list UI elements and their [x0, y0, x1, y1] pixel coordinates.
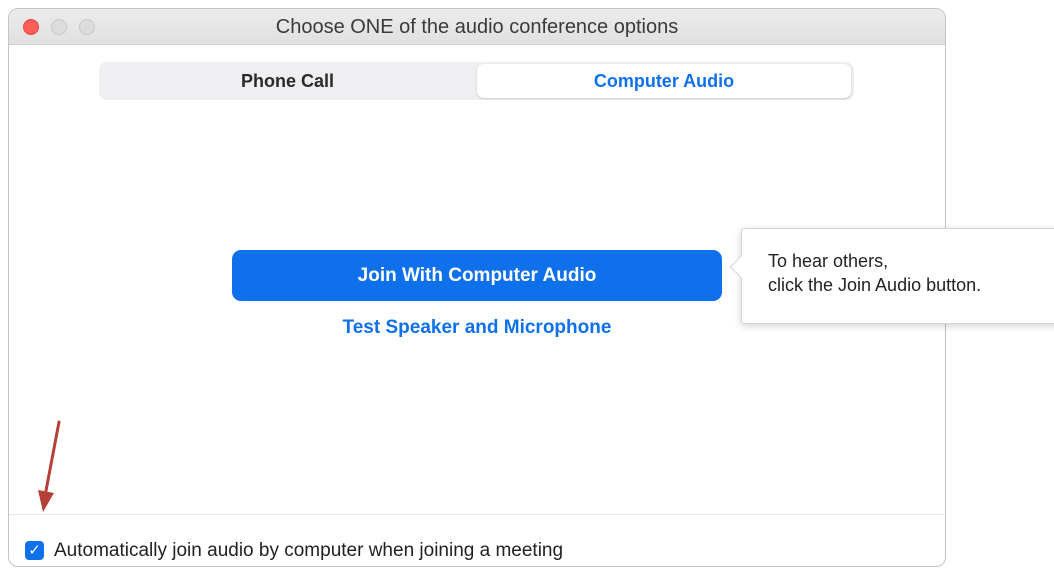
- auto-join-checkbox[interactable]: ✓: [25, 541, 44, 560]
- test-speaker-microphone-link[interactable]: Test Speaker and Microphone: [232, 317, 722, 339]
- window-title: Choose ONE of the audio conference optio…: [275, 16, 679, 38]
- auto-join-label[interactable]: Automatically join audio by computer whe…: [54, 540, 563, 562]
- title-bar: Choose ONE of the audio conference optio…: [9, 9, 945, 45]
- tab-phone-call[interactable]: Phone Call: [99, 62, 476, 100]
- join-audio-tooltip: To hear others, click the Join Audio but…: [729, 228, 1054, 324]
- footer-bar: ✓ Automatically join audio by computer w…: [9, 514, 945, 566]
- tooltip-line-2: click the Join Audio button.: [768, 275, 982, 295]
- join-computer-audio-button[interactable]: Join With Computer Audio: [232, 250, 722, 301]
- red-arrow-icon: [38, 420, 61, 512]
- tooltip-text: To hear others, click the Join Audio but…: [768, 249, 981, 297]
- audio-mode-tabs: Phone Call Computer Audio: [99, 62, 854, 100]
- checkmark-icon: ✓: [28, 542, 41, 559]
- tab-computer-audio[interactable]: Computer Audio: [477, 64, 851, 98]
- tooltip-line-1: To hear others,: [768, 251, 889, 271]
